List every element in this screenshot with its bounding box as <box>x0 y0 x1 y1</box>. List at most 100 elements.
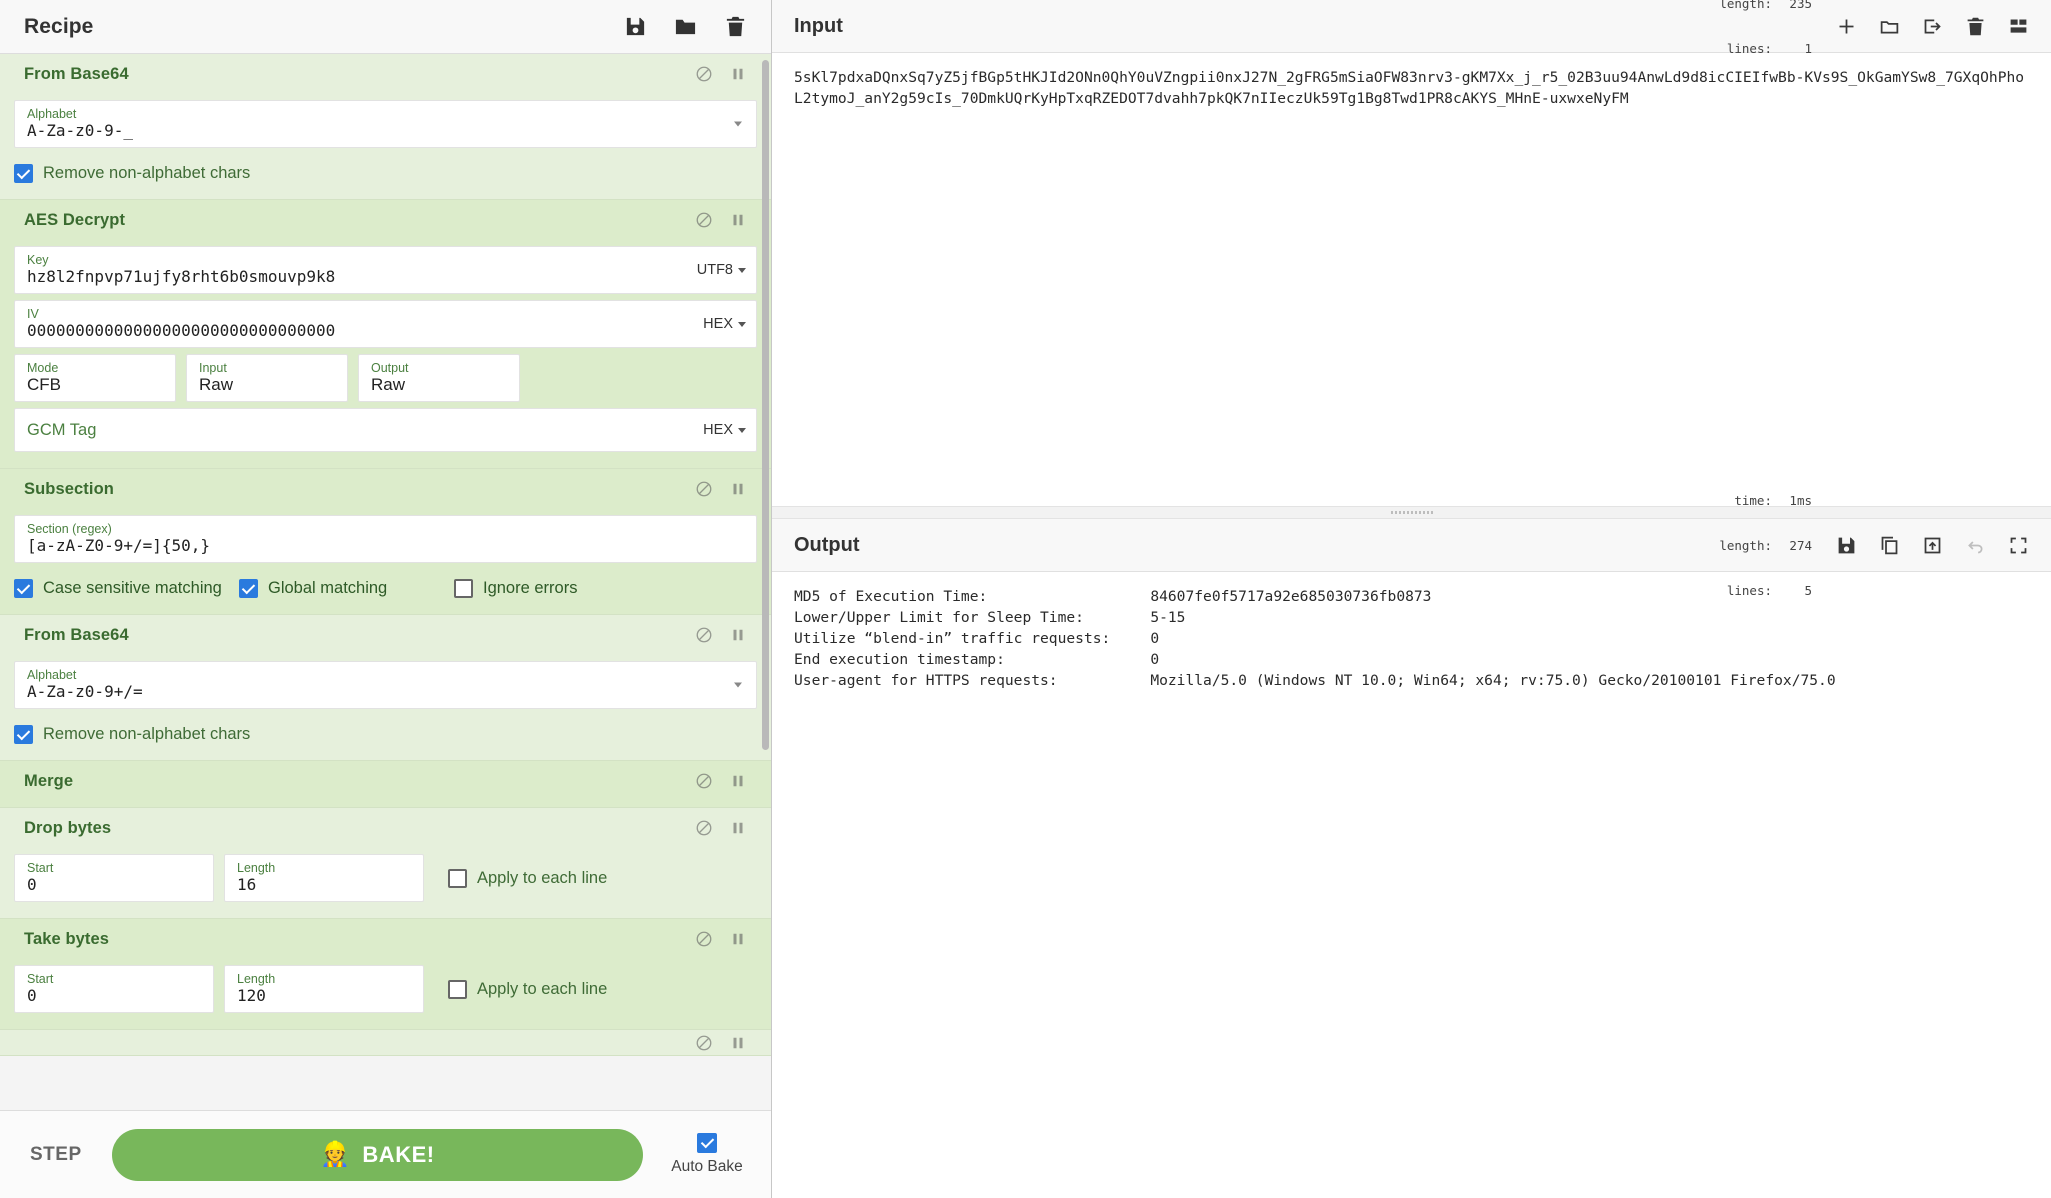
add-input-tab-icon[interactable] <box>1836 16 1857 37</box>
replace-input-icon[interactable] <box>1922 535 1943 556</box>
splitter-grip-icon <box>1390 511 1433 514</box>
undo-bake-icon[interactable] <box>1965 535 1986 556</box>
operation-take-bytes[interactable]: Take bytes Start 0 Length 120 Apply to e… <box>0 919 771 1030</box>
subsection-regex-field[interactable]: Section (regex) [a-zA-Z0-9+/=]{50,} <box>14 515 757 563</box>
output-key: Lower/Upper Limit for Sleep Time: <box>794 609 1084 626</box>
checkbox-box[interactable] <box>454 579 473 598</box>
checkbox-box[interactable] <box>448 979 467 999</box>
output-value: 0 <box>1150 651 1160 668</box>
operation-subsection[interactable]: Subsection Section (regex) [a-zA-Z0-9+/=… <box>0 469 771 615</box>
alphabet-select[interactable]: Alphabet A-Za-z0-9-_ <box>14 100 757 148</box>
output-row: MD5 of Execution Time: 84607fe0f5717a92e… <box>794 586 1836 607</box>
remove-non-alphabet-chars-checkbox[interactable]: Remove non-alphabet chars <box>14 164 250 183</box>
field-label: Alphabet <box>27 107 77 121</box>
iv-encoding-dropdown[interactable]: HEX <box>703 316 746 332</box>
clear-recipe-icon[interactable] <box>724 15 747 38</box>
pause-breakpoint-icon[interactable] <box>729 772 747 790</box>
checkbox-box[interactable] <box>14 579 33 598</box>
operation-partial-next[interactable] <box>0 1030 771 1056</box>
pause-breakpoint-icon[interactable] <box>729 211 747 229</box>
disable-operation-icon[interactable] <box>695 211 713 229</box>
folder-open-recipe-icon[interactable] <box>674 15 697 38</box>
bake-button[interactable]: 👷 BAKE! <box>111 1128 643 1181</box>
aes-key-field[interactable]: Key hz8l2fnpvp71ujfy8rht6b0smouvp9k8 UTF… <box>14 246 757 294</box>
pause-breakpoint-icon[interactable] <box>729 819 747 837</box>
input-editor[interactable]: 5sKl7pdxaDQnxSq7yZ5jfBGp5tHKJId2ONn0QhY0… <box>772 53 2051 506</box>
checkbox-box[interactable] <box>448 868 467 888</box>
disable-operation-icon[interactable] <box>695 626 713 644</box>
drop-bytes-length-field[interactable]: Length 16 <box>224 854 424 902</box>
gcm-encoding-dropdown[interactable]: HEX <box>703 422 746 438</box>
operation-from-base64-1[interactable]: From Base64 Alphabet A-Za-z0-9-_ Remove … <box>0 54 771 200</box>
operation-drop-bytes[interactable]: Drop bytes Start 0 Length 16 Apply to ea… <box>0 808 771 919</box>
drop-bytes-start-field[interactable]: Start 0 <box>14 854 214 902</box>
output-editor[interactable]: MD5 of Execution Time: 84607fe0f5717a92e… <box>772 572 2051 1198</box>
input-layout-icon[interactable] <box>2008 16 2029 37</box>
input-header: Input length: 235 lines: 1 <box>772 0 2051 56</box>
output-header: Output time: 1ms length: 274 lines: 5 <box>772 493 2051 598</box>
open-folder-icon[interactable] <box>1879 16 1900 37</box>
maximise-output-icon[interactable] <box>2008 535 2029 556</box>
operation-title: AES Decrypt <box>24 210 126 229</box>
save-output-icon[interactable] <box>1836 535 1857 556</box>
auto-bake-checkbox[interactable]: Auto Bake <box>659 1133 755 1176</box>
pause-breakpoint-icon[interactable] <box>729 930 747 948</box>
take-bytes-length-field[interactable]: Length 120 <box>224 965 424 1013</box>
aes-iv-field[interactable]: IV 00000000000000000000000000000000 HEX <box>14 300 757 348</box>
chevron-down-icon <box>738 321 746 327</box>
take-bytes-start-field[interactable]: Start 0 <box>14 965 214 1013</box>
checkbox-box[interactable] <box>14 164 33 183</box>
case-sensitive-matching-checkbox[interactable]: Case sensitive matching <box>14 579 239 598</box>
key-encoding-dropdown[interactable]: UTF8 <box>697 262 746 278</box>
step-button[interactable]: STEP <box>16 1144 96 1166</box>
pause-breakpoint-icon[interactable] <box>729 65 747 83</box>
chevron-down-icon[interactable] <box>734 121 742 127</box>
aes-mode-select[interactable]: Mode CFB <box>14 354 176 402</box>
ignore-errors-checkbox[interactable]: Ignore errors <box>454 579 577 598</box>
operation-merge[interactable]: Merge <box>0 761 771 808</box>
remove-non-alphabet-chars-checkbox[interactable]: Remove non-alphabet chars <box>14 725 250 744</box>
aes-input-type-select[interactable]: Input Raw <box>186 354 348 402</box>
copy-output-icon[interactable] <box>1879 535 1900 556</box>
input-text[interactable]: 5sKl7pdxaDQnxSq7yZ5jfBGp5tHKJId2ONn0QhY0… <box>794 67 2029 109</box>
recipe-scrollbar[interactable] <box>762 60 769 750</box>
input-length-key: length: <box>1719 0 1772 11</box>
checkbox-box[interactable] <box>239 579 258 598</box>
disable-operation-icon[interactable] <box>695 772 713 790</box>
page-title: Recipe <box>24 14 94 38</box>
disable-operation-icon[interactable] <box>695 819 713 837</box>
save-recipe-icon[interactable] <box>624 15 647 38</box>
aes-output-type-select[interactable]: Output Raw <box>358 354 520 402</box>
operation-from-base64-2[interactable]: From Base64 Alphabet A-Za-z0-9+/= Remove… <box>0 615 771 761</box>
field-label: Input <box>199 361 227 375</box>
operation-header: AES Decrypt <box>0 200 771 240</box>
take-bytes-apply-each-line-checkbox[interactable]: Apply to each line <box>448 979 607 999</box>
operation-aes-decrypt[interactable]: AES Decrypt Key hz8l2fnpvp71ujfy8rht6b0s… <box>0 200 771 469</box>
disable-operation-icon[interactable] <box>695 1034 713 1052</box>
checkbox-box[interactable] <box>14 725 33 744</box>
field-value: 00000000000000000000000000000000 <box>27 321 336 340</box>
recipe-operations-list[interactable]: From Base64 Alphabet A-Za-z0-9-_ Remove … <box>0 54 771 1110</box>
chevron-down-icon[interactable] <box>734 682 742 688</box>
gcm-encoding-value: HEX <box>703 422 733 438</box>
global-matching-checkbox[interactable]: Global matching <box>239 579 454 598</box>
disable-operation-icon[interactable] <box>695 65 713 83</box>
alphabet-select[interactable]: Alphabet A-Za-z0-9+/= <box>14 661 757 709</box>
clear-input-icon[interactable] <box>1965 16 1986 37</box>
pause-breakpoint-icon[interactable] <box>729 626 747 644</box>
pause-breakpoint-icon[interactable] <box>729 480 747 498</box>
checkbox-box[interactable] <box>697 1133 717 1153</box>
disable-operation-icon[interactable] <box>695 480 713 498</box>
field-label: Start <box>27 861 54 875</box>
drop-bytes-apply-each-line-checkbox[interactable]: Apply to each line <box>448 868 607 888</box>
aes-gcm-tag-field[interactable]: GCM Tag HEX <box>14 408 757 452</box>
open-input-icon[interactable] <box>1922 16 1943 37</box>
io-splitter[interactable] <box>772 506 2051 519</box>
pause-breakpoint-icon[interactable] <box>729 1034 747 1052</box>
operation-header: From Base64 <box>0 54 771 94</box>
field-value: CFB <box>27 375 61 394</box>
disable-operation-icon[interactable] <box>695 930 713 948</box>
field-placeholder: GCM Tag <box>27 420 97 439</box>
output-text: MD5 of Execution Time: 84607fe0f5717a92e… <box>794 586 1836 691</box>
output-pane: Output time: 1ms length: 274 lines: 5 MD… <box>772 493 2051 1198</box>
